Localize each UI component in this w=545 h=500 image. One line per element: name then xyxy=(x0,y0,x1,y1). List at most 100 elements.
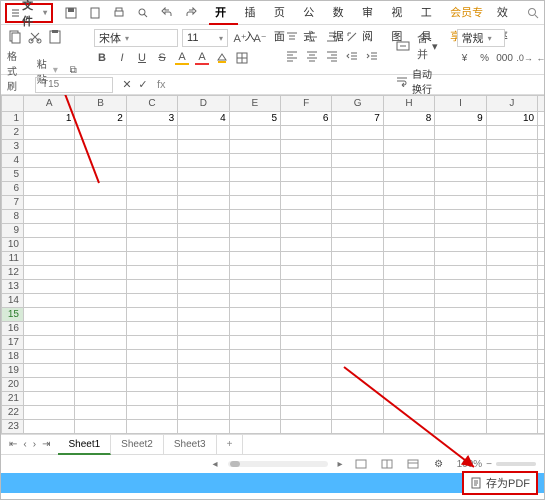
cell-E13[interactable] xyxy=(229,280,280,294)
cell-J1[interactable]: 10 xyxy=(486,112,537,126)
cell-C7[interactable] xyxy=(126,196,177,210)
tab-efficiency[interactable]: 效率 xyxy=(491,1,520,25)
increase-font-icon[interactable]: A⁺ xyxy=(232,30,248,46)
cell-B10[interactable] xyxy=(75,238,126,252)
cell-J6[interactable] xyxy=(486,182,537,196)
cell-A14[interactable] xyxy=(24,294,75,308)
col-header-B[interactable]: B xyxy=(75,96,126,112)
sheet-last-icon[interactable]: ⇥ xyxy=(42,439,50,450)
tab-insert[interactable]: 插入 xyxy=(238,1,267,25)
cell-C11[interactable] xyxy=(126,252,177,266)
tab-tools[interactable]: 工具 xyxy=(415,1,444,25)
cell-C18[interactable] xyxy=(126,350,177,364)
cell-G10[interactable] xyxy=(332,238,383,252)
cell-D19[interactable] xyxy=(178,364,229,378)
cell-B9[interactable] xyxy=(75,224,126,238)
cell-C22[interactable] xyxy=(126,406,177,420)
cell-B16[interactable] xyxy=(75,322,126,336)
cell-C10[interactable] xyxy=(126,238,177,252)
cell-K23[interactable] xyxy=(538,420,544,434)
cell-H2[interactable] xyxy=(383,126,434,140)
row-header-18[interactable]: 18 xyxy=(2,350,24,364)
cell-H8[interactable] xyxy=(383,210,434,224)
cell-A16[interactable] xyxy=(24,322,75,336)
align-bot-icon[interactable] xyxy=(324,29,340,45)
cell-E21[interactable] xyxy=(229,392,280,406)
cell-G1[interactable]: 7 xyxy=(332,112,383,126)
cell-K19[interactable] xyxy=(538,364,544,378)
cut-icon[interactable] xyxy=(27,29,43,45)
cell-B3[interactable] xyxy=(75,140,126,154)
cell-E2[interactable] xyxy=(229,126,280,140)
cell-G2[interactable] xyxy=(332,126,383,140)
align-mid-icon[interactable] xyxy=(304,29,320,45)
cell-A13[interactable] xyxy=(24,280,75,294)
cell-D22[interactable] xyxy=(178,406,229,420)
cell-H10[interactable] xyxy=(383,238,434,252)
paste-icon[interactable] xyxy=(47,29,63,45)
cell-B20[interactable] xyxy=(75,378,126,392)
row-header-12[interactable]: 12 xyxy=(2,266,24,280)
cell-B4[interactable] xyxy=(75,154,126,168)
cell-D10[interactable] xyxy=(178,238,229,252)
cell-F16[interactable] xyxy=(281,322,332,336)
cell-G19[interactable] xyxy=(332,364,383,378)
cell-I22[interactable] xyxy=(435,406,486,420)
dec-inc-icon[interactable]: .0→ xyxy=(517,50,533,66)
cell-C4[interactable] xyxy=(126,154,177,168)
cell-F13[interactable] xyxy=(281,280,332,294)
cell-F23[interactable] xyxy=(281,420,332,434)
cell-B15[interactable] xyxy=(75,308,126,322)
cell-G11[interactable] xyxy=(332,252,383,266)
comma-icon[interactable]: 000 xyxy=(497,50,513,66)
cell-K5[interactable] xyxy=(538,168,544,182)
cell-K10[interactable] xyxy=(538,238,544,252)
tab-view[interactable]: 视图 xyxy=(385,1,414,25)
col-header-E[interactable]: E xyxy=(229,96,280,112)
cell-E14[interactable] xyxy=(229,294,280,308)
highlight-button[interactable]: A xyxy=(174,50,190,66)
cell-E10[interactable] xyxy=(229,238,280,252)
cell-A5[interactable] xyxy=(24,168,75,182)
hscroll-thumb[interactable] xyxy=(230,461,240,467)
cell-K15[interactable] xyxy=(538,308,544,322)
fx-icon[interactable]: fx xyxy=(157,79,166,91)
col-header-G[interactable]: G xyxy=(332,96,383,112)
cell-B17[interactable] xyxy=(75,336,126,350)
cell-D11[interactable] xyxy=(178,252,229,266)
cell-D15[interactable] xyxy=(178,308,229,322)
cell-I14[interactable] xyxy=(435,294,486,308)
cell-K20[interactable] xyxy=(538,378,544,392)
merge-icon[interactable] xyxy=(396,38,410,54)
view-pagebreak-icon[interactable] xyxy=(379,456,395,472)
cell-D20[interactable] xyxy=(178,378,229,392)
cell-D18[interactable] xyxy=(178,350,229,364)
cell-I16[interactable] xyxy=(435,322,486,336)
cell-K12[interactable] xyxy=(538,266,544,280)
cell-I5[interactable] xyxy=(435,168,486,182)
cell-E9[interactable] xyxy=(229,224,280,238)
cell-F5[interactable] xyxy=(281,168,332,182)
cell-K4[interactable] xyxy=(538,154,544,168)
percent-icon[interactable]: % xyxy=(477,50,493,66)
cell-D1[interactable]: 4 xyxy=(178,112,229,126)
hscroll-track[interactable] xyxy=(228,461,328,467)
row-header-17[interactable]: 17 xyxy=(2,336,24,350)
cell-G12[interactable] xyxy=(332,266,383,280)
cell-B11[interactable] xyxy=(75,252,126,266)
cell-C8[interactable] xyxy=(126,210,177,224)
cell-C23[interactable] xyxy=(126,420,177,434)
cell-B12[interactable] xyxy=(75,266,126,280)
cell-E6[interactable] xyxy=(229,182,280,196)
cell-G23[interactable] xyxy=(332,420,383,434)
new-icon[interactable] xyxy=(87,5,103,21)
cell-G20[interactable] xyxy=(332,378,383,392)
cell-D12[interactable] xyxy=(178,266,229,280)
cell-J15[interactable] xyxy=(486,308,537,322)
cell-C20[interactable] xyxy=(126,378,177,392)
cell-A23[interactable] xyxy=(24,420,75,434)
cell-K14[interactable] xyxy=(538,294,544,308)
cell-F20[interactable] xyxy=(281,378,332,392)
cell-C16[interactable] xyxy=(126,322,177,336)
col-header-J[interactable]: J xyxy=(486,96,537,112)
